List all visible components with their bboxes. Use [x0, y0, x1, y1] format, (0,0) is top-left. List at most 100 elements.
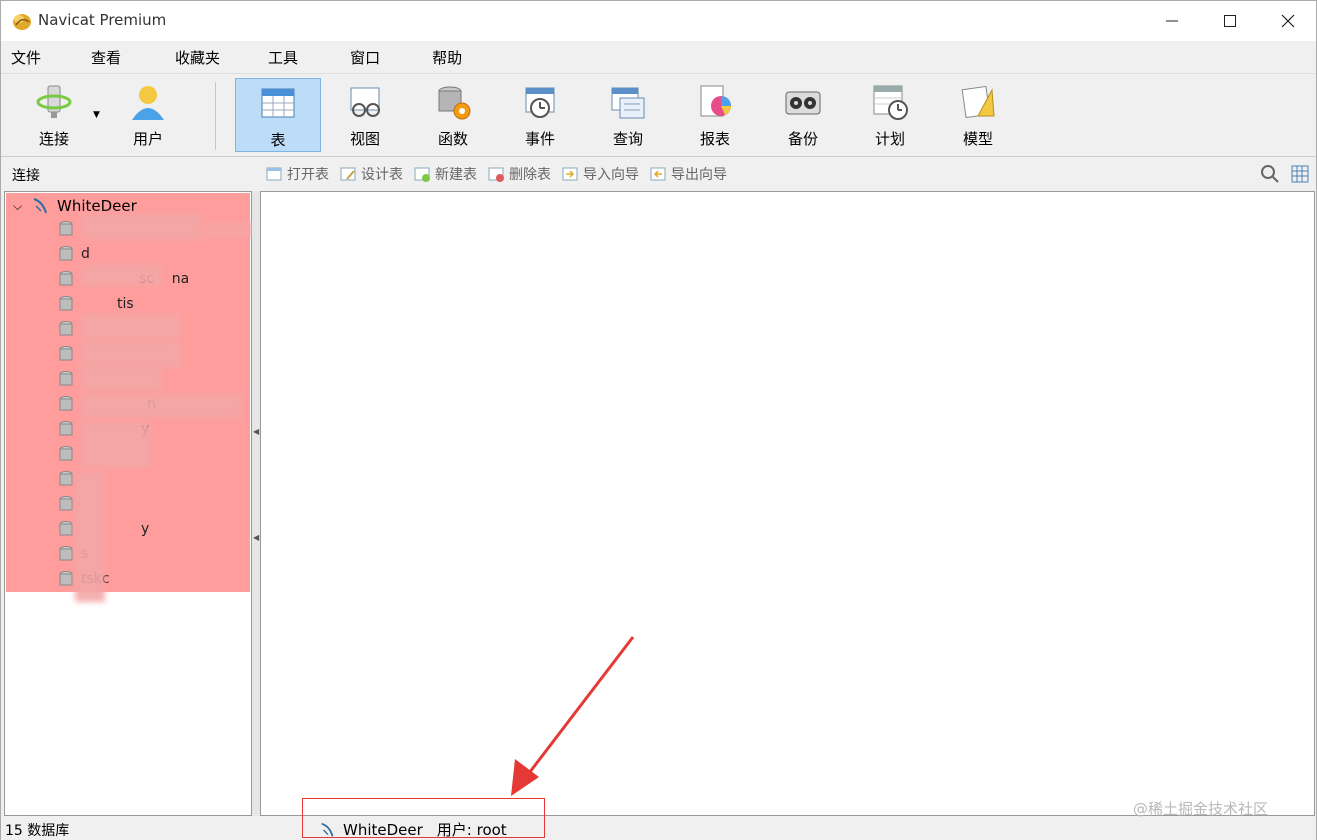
toolbar-query-button[interactable]: 查询	[585, 78, 671, 152]
toolbar-report-button[interactable]: 报表	[672, 78, 758, 152]
database-icon	[59, 371, 73, 386]
database-count: 15 数据库	[5, 823, 70, 839]
new-table-label: 新建表	[435, 167, 477, 183]
redaction-blur	[81, 342, 181, 368]
model-ruler-icon	[961, 85, 995, 119]
database-item[interactable]	[57, 444, 81, 464]
view-glasses-icon	[350, 87, 380, 117]
export-wizard-label: 导出向导	[671, 167, 727, 183]
toolbar-function-label: 函数	[437, 130, 468, 148]
menu-file[interactable]: 文件	[5, 47, 47, 68]
export-wizard-icon	[650, 167, 666, 181]
open-table-label: 打开表	[287, 167, 329, 183]
toolbar-model-label: 模型	[962, 130, 993, 148]
maximize-icon	[1224, 15, 1236, 27]
menu-bar: 文件 查看 收藏夹 工具 窗口 帮助	[1, 41, 1316, 73]
navicat-logo-icon	[13, 14, 31, 30]
toolbar-event-button[interactable]: 事件	[497, 78, 583, 152]
design-table-icon	[340, 167, 356, 181]
watermark: @稀土掘金技术社区	[1133, 800, 1269, 818]
database-item[interactable]: tis	[57, 294, 134, 314]
database-icon	[59, 446, 73, 461]
delete-table-button[interactable]: 删除表	[487, 164, 551, 184]
design-table-label: 设计表	[361, 167, 403, 183]
database-icon	[59, 346, 73, 361]
menu-view[interactable]: 查看	[85, 47, 127, 68]
database-icon	[59, 246, 73, 261]
redaction-blur	[81, 264, 161, 286]
menu-tools[interactable]: 工具	[262, 47, 304, 68]
search-icon[interactable]	[1259, 163, 1281, 185]
collapse-left-arrow-icon[interactable]: ◀	[253, 533, 259, 547]
menu-help[interactable]: 帮助	[426, 47, 468, 68]
chevron-down-icon[interactable]: ⌵	[13, 199, 25, 214]
toolbar-model-button[interactable]: 模型	[935, 78, 1021, 152]
database-item[interactable]: d	[57, 244, 90, 264]
toolbar-backup-button[interactable]: 备份	[760, 78, 846, 152]
export-wizard-button[interactable]: 导出向导	[649, 164, 727, 184]
open-table-button[interactable]: 打开表	[265, 164, 329, 184]
toolbar-schedule-button[interactable]: 计划	[847, 78, 933, 152]
backup-tape-icon	[785, 91, 821, 115]
app-window: Navicat Premium 文件 查看 收藏夹 工具 窗口 帮助 连接 ▼	[0, 0, 1317, 840]
tree-root-label: WhiteDeer	[57, 197, 137, 215]
toolbar-table-button[interactable]: 表	[235, 78, 321, 152]
database-icon	[59, 396, 73, 411]
delete-table-icon	[488, 167, 504, 182]
database-item[interactable]	[57, 369, 81, 389]
toolbar-schedule-label: 计划	[874, 130, 905, 148]
minimize-button[interactable]	[1143, 1, 1201, 41]
connect-plug-icon	[36, 85, 72, 118]
database-icon	[59, 271, 73, 286]
toolbar-event-label: 事件	[524, 130, 555, 148]
annotation-arrow-icon	[511, 636, 635, 796]
redaction-blur	[81, 314, 181, 340]
database-item[interactable]	[57, 219, 81, 239]
connect-label: 连接	[38, 130, 69, 148]
report-chart-icon	[700, 85, 731, 117]
toolbar-function-button[interactable]: 函数	[410, 78, 496, 152]
user-icon	[132, 86, 164, 120]
collapse-left-arrow-icon[interactable]: ◀	[253, 427, 259, 441]
title-bar: Navicat Premium	[1, 1, 1316, 41]
redaction-blur	[81, 214, 201, 240]
open-table-icon	[266, 167, 282, 181]
design-table-button[interactable]: 设计表	[339, 164, 403, 184]
database-icon	[59, 221, 73, 236]
schedule-calendar-icon	[873, 85, 908, 120]
object-actions: 打开表 设计表 新建表 删除表 导入向导 导出向导	[265, 164, 727, 184]
tree-root-connection[interactable]: ⌵ WhiteDeer	[13, 196, 137, 216]
import-wizard-button[interactable]: 导入向导	[561, 164, 639, 184]
user-button[interactable]: 用户	[105, 78, 191, 152]
connect-button[interactable]: 连接	[11, 78, 97, 152]
query-icon	[611, 87, 645, 119]
maximize-button[interactable]	[1201, 1, 1259, 41]
panel-splitter[interactable]: ◀ ◀	[252, 191, 260, 816]
new-table-button[interactable]: 新建表	[413, 164, 477, 184]
new-table-icon	[414, 167, 430, 182]
mysql-dolphin-icon	[33, 198, 47, 214]
close-button[interactable]	[1259, 1, 1317, 41]
window-title: Navicat Premium	[38, 11, 167, 29]
status-bar: 15 数据库 WhiteDeer 用户: root	[1, 816, 1316, 840]
menu-window[interactable]: 窗口	[344, 47, 386, 68]
database-icon	[59, 421, 73, 436]
grid-view-icon[interactable]	[1289, 163, 1311, 185]
connect-dropdown-arrow-icon[interactable]: ▼	[93, 110, 100, 120]
toolbar-query-label: 查询	[612, 130, 643, 148]
minimize-icon	[1166, 20, 1178, 22]
menu-favorites[interactable]: 收藏夹	[169, 47, 226, 68]
database-item[interactable]	[57, 319, 81, 339]
delete-table-label: 删除表	[509, 167, 551, 183]
event-clock-icon	[525, 87, 555, 118]
database-item[interactable]	[57, 344, 81, 364]
toolbar-view-button[interactable]: 视图	[322, 78, 408, 152]
function-gear-icon	[438, 86, 471, 120]
database-icon	[59, 296, 73, 311]
user-label: 用户	[132, 130, 163, 148]
close-icon	[1281, 14, 1295, 28]
database-icon	[59, 571, 73, 586]
redaction-blur	[81, 422, 151, 468]
toolbar-report-label: 报表	[699, 130, 730, 148]
database-icon	[59, 471, 73, 486]
